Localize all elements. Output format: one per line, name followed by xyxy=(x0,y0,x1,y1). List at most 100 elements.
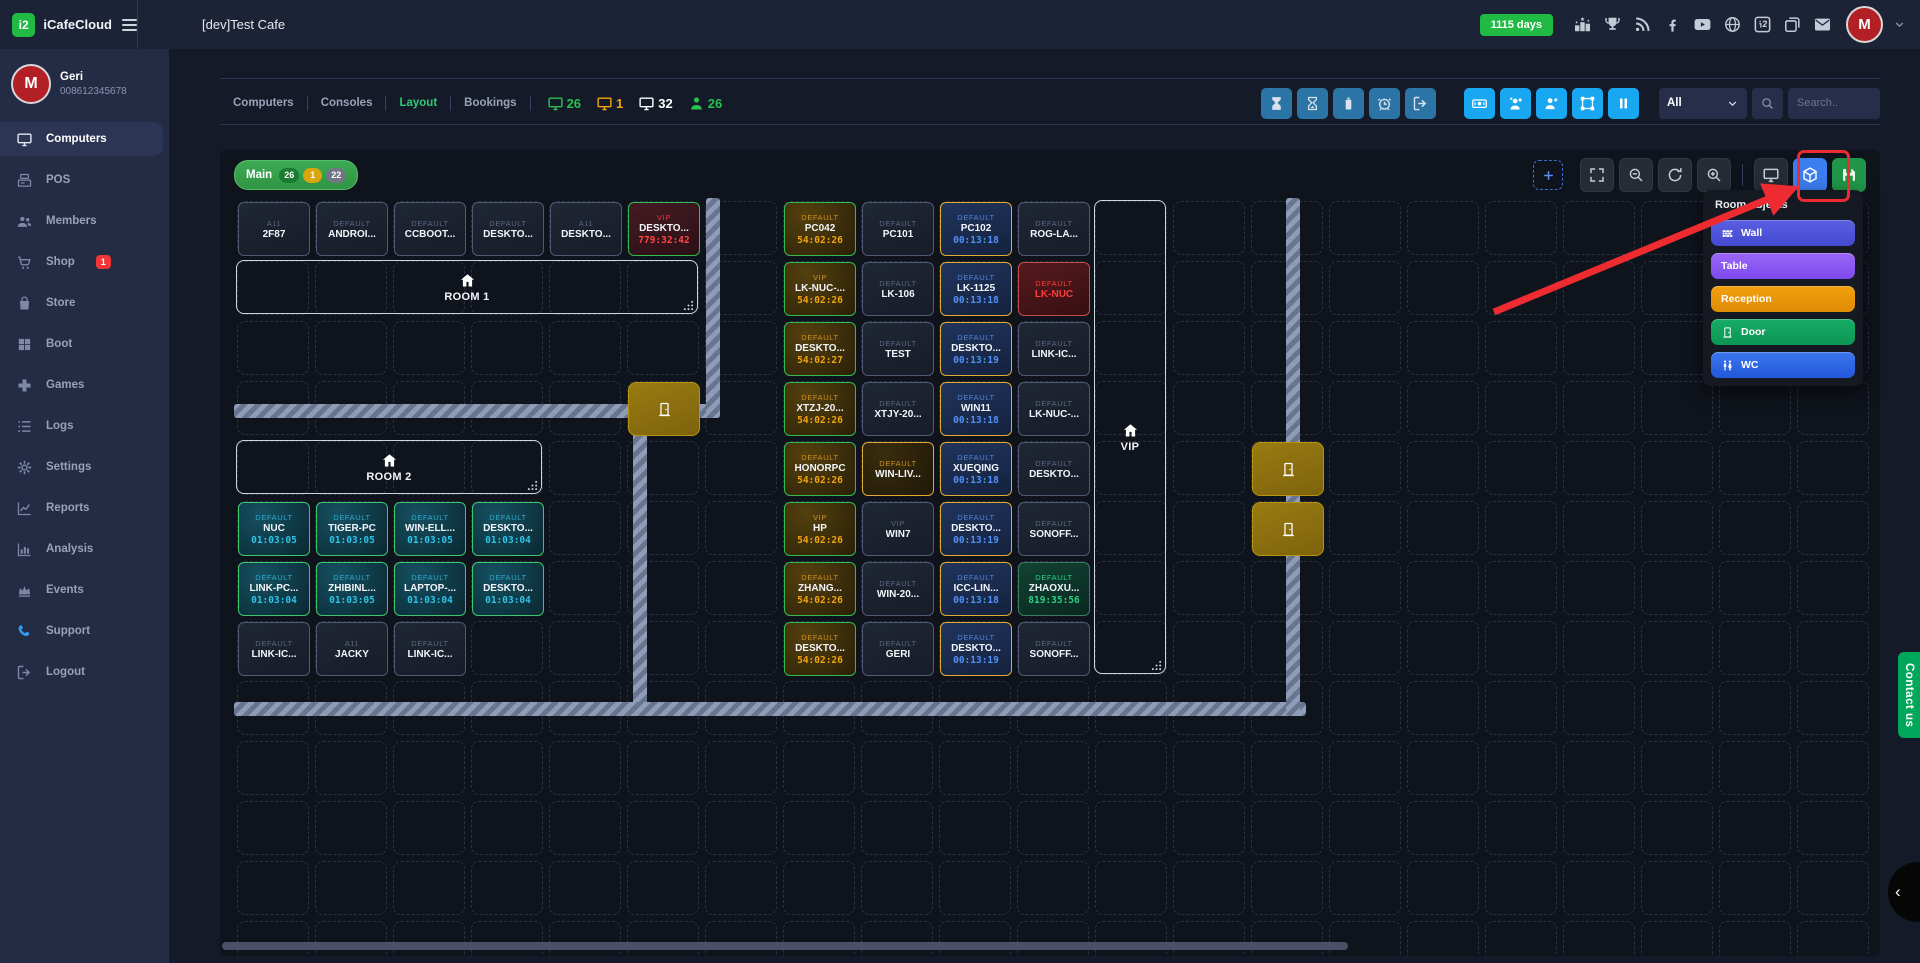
computer-tile-pc042[interactable]: DEFAULTPC04254:02:26 xyxy=(784,202,856,256)
chat-bubble[interactable]: ‹ xyxy=(1888,862,1920,922)
resize-handle[interactable] xyxy=(1151,660,1162,671)
computer-tile-androi[interactable]: DEFAULTANDROI... xyxy=(316,202,388,256)
computer-tile-geri[interactable]: DEFAULTGERI xyxy=(862,622,934,676)
computer-tile-xueqing[interactable]: DEFAULTXUEQING00:13:18 xyxy=(940,442,1012,496)
sidebar-item-computers[interactable]: Computers xyxy=(0,122,163,156)
wall-object[interactable] xyxy=(706,198,720,418)
computer-tile-sonoff[interactable]: DEFAULTSONOFF... xyxy=(1018,502,1090,556)
save-layout-button[interactable] xyxy=(1832,158,1866,192)
room-object-table[interactable]: Table xyxy=(1711,253,1855,279)
monitor-view-button[interactable] xyxy=(1754,158,1788,192)
computer-tile-hp[interactable]: VIPHP54:02:26 xyxy=(784,502,856,556)
computer-tile-deskto[interactable]: DEFAULTDESKTO...01:03:04 xyxy=(472,502,544,556)
room-room-1[interactable]: ROOM 1 xyxy=(236,260,698,314)
facebook-icon[interactable] xyxy=(1663,15,1682,34)
podium-icon[interactable] xyxy=(1573,15,1592,34)
sidebar-item-logs[interactable]: Logs xyxy=(0,409,163,443)
room-object-door[interactable]: Door xyxy=(1711,319,1855,345)
computer-tile-xtjy-20[interactable]: DEFAULTXTJY-20... xyxy=(862,382,934,436)
computer-tile-deskto[interactable]: DEFAULTDESKTO...54:02:27 xyxy=(784,322,856,376)
sidebar-item-boot[interactable]: Boot xyxy=(0,327,163,361)
user-avatar[interactable]: M xyxy=(11,64,51,104)
computer-tile-honorpc[interactable]: DEFAULTHONORPC54:02:26 xyxy=(784,442,856,496)
room-objects-button[interactable] xyxy=(1793,158,1827,192)
resize-handle[interactable] xyxy=(683,300,694,311)
computer-tile-2f87[interactable]: A112F87 xyxy=(238,202,310,256)
computer-tile-deskto[interactable]: DEFAULTDESKTO...54:02:26 xyxy=(784,622,856,676)
sidebar-item-reports[interactable]: Reports xyxy=(0,491,163,525)
globe-icon[interactable] xyxy=(1723,15,1742,34)
computer-tile-pc102[interactable]: DEFAULTPC10200:13:18 xyxy=(940,202,1012,256)
computer-tile-deskto[interactable]: DEFAULTDESKTO...00:13:19 xyxy=(940,502,1012,556)
tab-layout[interactable]: Layout xyxy=(386,97,450,109)
computer-tile-pc101[interactable]: DEFAULTPC101 xyxy=(862,202,934,256)
sidebar-item-support[interactable]: Support xyxy=(0,614,163,648)
add-member-button[interactable] xyxy=(1536,88,1567,119)
layers-icon[interactable] xyxy=(1783,15,1802,34)
computer-tile-link-ic[interactable]: DEFAULTLINK-IC... xyxy=(1018,322,1090,376)
computer-tile-tiger-pc[interactable]: DEFAULTTIGER-PC01:03:05 xyxy=(316,502,388,556)
hourglass-button[interactable] xyxy=(1297,88,1328,119)
sidebar-item-pos[interactable]: POS xyxy=(0,163,163,197)
hamburger-menu-icon[interactable] xyxy=(122,19,137,31)
add-member-star-button[interactable] xyxy=(1500,88,1531,119)
cash-button[interactable] xyxy=(1464,88,1495,119)
computer-tile-jacky[interactable]: A11JACKY xyxy=(316,622,388,676)
computer-tile-lk-nuc[interactable]: VIPLK-NUC-...54:02:26 xyxy=(784,262,856,316)
reset-view-button[interactable] xyxy=(1658,158,1692,192)
computer-tile-deskto[interactable]: DEFAULTDESKTO... xyxy=(472,202,544,256)
door-object[interactable] xyxy=(628,382,700,436)
computer-tile-ccboot[interactable]: DEFAULTCCBOOT... xyxy=(394,202,466,256)
trophy-icon[interactable] xyxy=(1603,15,1622,34)
computer-tile-win-liv[interactable]: DEFAULTWIN-LIV... xyxy=(862,442,934,496)
computer-tile-lk-106[interactable]: DEFAULTLK-106 xyxy=(862,262,934,316)
zoom-out-button[interactable] xyxy=(1619,158,1653,192)
checkout-button[interactable] xyxy=(1405,88,1436,119)
sidebar-item-shop[interactable]: Shop1 xyxy=(0,245,163,279)
computer-tile-win-20[interactable]: DEFAULTWIN-20... xyxy=(862,562,934,616)
horizontal-scrollbar[interactable] xyxy=(222,942,1348,950)
tab-bookings[interactable]: Bookings xyxy=(451,97,529,109)
computer-tile-link-ic[interactable]: DEFAULTLINK-IC... xyxy=(394,622,466,676)
computer-tile-deskto[interactable]: DEFAULTDESKTO...00:13:19 xyxy=(940,622,1012,676)
computer-tile-win-ell[interactable]: DEFAULTWIN-ELL...01:03:05 xyxy=(394,502,466,556)
computer-tile-nuc[interactable]: DEFAULTNUC01:03:05 xyxy=(238,502,310,556)
avatar[interactable]: M xyxy=(1846,6,1883,43)
room-vip[interactable]: VIP xyxy=(1094,200,1166,674)
computer-tile-lk-1125[interactable]: DEFAULTLK-112500:13:18 xyxy=(940,262,1012,316)
computer-tile-test[interactable]: DEFAULTTEST xyxy=(862,322,934,376)
room-object-wall[interactable]: Wall xyxy=(1711,220,1855,246)
wall-object[interactable] xyxy=(633,418,647,716)
computer-tile-deskto[interactable]: DEFAULTDESKTO... xyxy=(1018,442,1090,496)
tab-consoles[interactable]: Consoles xyxy=(308,97,386,109)
avatar-chevron-down-icon[interactable] xyxy=(1893,18,1906,31)
wall-object[interactable] xyxy=(234,702,1306,716)
sidebar-item-store[interactable]: Store xyxy=(0,286,163,320)
group-filter-select[interactable]: All xyxy=(1659,88,1747,119)
add-map-button[interactable] xyxy=(1533,160,1563,190)
computer-tile-deskto[interactable]: DEFAULTDESKTO...01:03:04 xyxy=(472,562,544,616)
sidebar-item-logout[interactable]: Logout xyxy=(0,655,163,689)
room-object-reception[interactable]: Reception xyxy=(1711,286,1855,312)
computer-tile-deskto[interactable]: DEFAULTDESKTO...00:13:19 xyxy=(940,322,1012,376)
computer-tile-win11[interactable]: DEFAULTWIN1100:13:18 xyxy=(940,382,1012,436)
computer-tile-laptop[interactable]: DEFAULTLAPTOP-...01:03:04 xyxy=(394,562,466,616)
sidebar-item-settings[interactable]: Settings xyxy=(0,450,163,484)
zoom-in-button[interactable] xyxy=(1697,158,1731,192)
sidebar-item-analysis[interactable]: Analysis xyxy=(0,532,163,566)
sidebar-item-members[interactable]: Members xyxy=(0,204,163,238)
sidebar-item-events[interactable]: Events xyxy=(0,573,163,607)
alarm-timer-button[interactable] xyxy=(1369,88,1400,119)
computer-tile-deskto[interactable]: A11DESKTO... xyxy=(550,202,622,256)
resize-handle[interactable] xyxy=(527,480,538,491)
fullscreen-button[interactable] xyxy=(1580,158,1614,192)
i2-icon[interactable] xyxy=(1753,15,1772,34)
contact-us-tab[interactable]: Contact us xyxy=(1898,652,1920,738)
computer-tile-link-ic[interactable]: DEFAULTLINK-IC... xyxy=(238,622,310,676)
battery-button[interactable] xyxy=(1333,88,1364,119)
computer-tile-zhibinl[interactable]: DEFAULTZHIBINL...01:03:05 xyxy=(316,562,388,616)
group-view-button[interactable] xyxy=(1572,88,1603,119)
computer-tile-deskto[interactable]: VIPDESKTO...779:32:42 xyxy=(628,202,700,256)
computer-tile-sonoff[interactable]: DEFAULTSONOFF... xyxy=(1018,622,1090,676)
computer-tile-zhaoxu[interactable]: DEFAULTZHAOXU...819:35:56 xyxy=(1018,562,1090,616)
